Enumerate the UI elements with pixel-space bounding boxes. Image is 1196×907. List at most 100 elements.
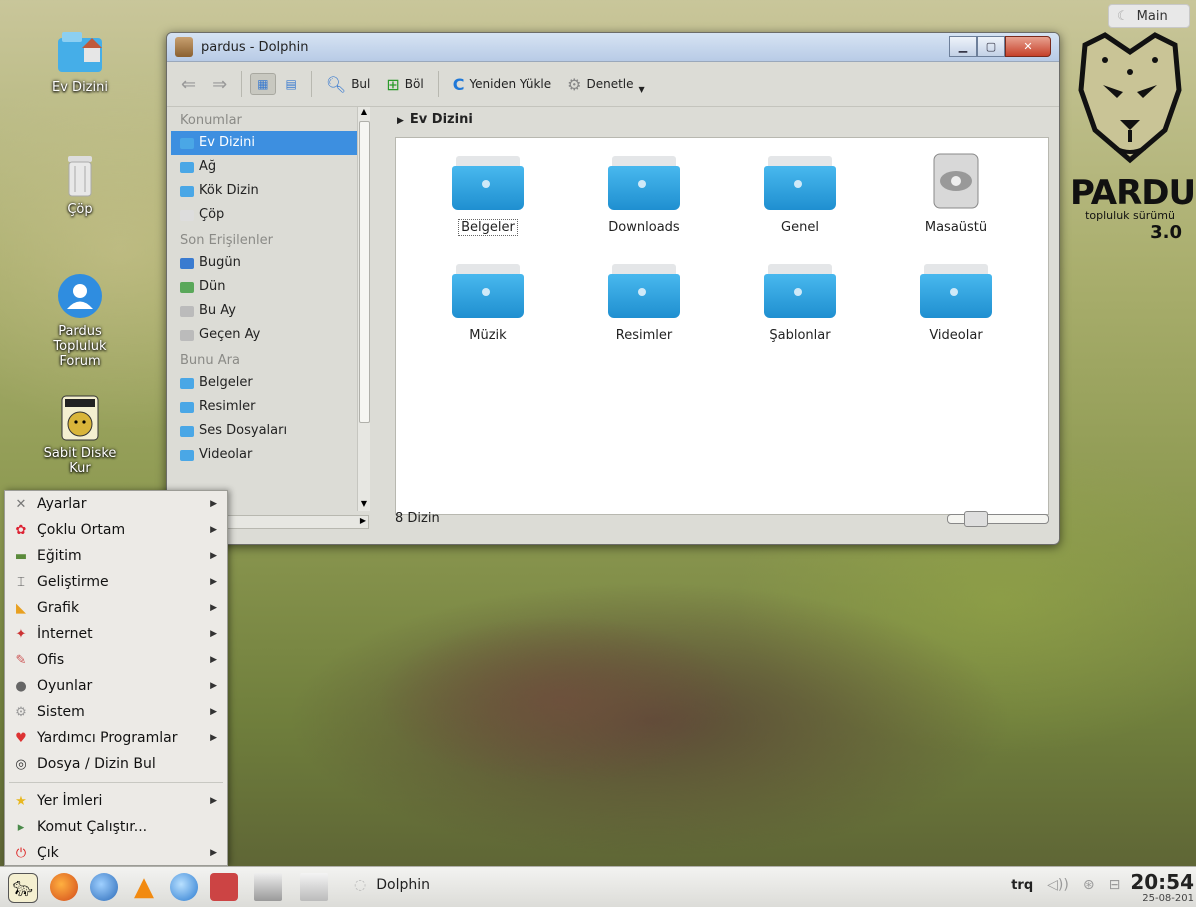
places-scrollbar[interactable]: ▲ ▼	[357, 107, 370, 511]
split-button[interactable]: ⊞ Böl	[380, 72, 429, 97]
window-titlebar[interactable]: pardus - Dolphin ▁ ▢ ✕	[167, 33, 1059, 62]
split-label: Böl	[404, 77, 424, 91]
scroll-right-icon[interactable]: ▶	[360, 516, 366, 525]
reload-label: Yeniden Yükle	[469, 77, 552, 91]
show-desktop-button[interactable]	[254, 873, 282, 901]
menu-item-utilities[interactable]: ♥ Yardımcı Programlar ▶	[5, 725, 227, 751]
vlc-launcher[interactable]: ▲	[130, 872, 158, 902]
places-item-last-month[interactable]: Geçen Ay	[171, 323, 357, 347]
scroll-thumb[interactable]	[359, 121, 370, 423]
menu-item-internet[interactable]: ✦ İnternet ▶	[5, 621, 227, 647]
main-applet[interactable]: ☾ Main	[1108, 4, 1190, 28]
desktop-icon-home[interactable]: Ev Dizini	[32, 28, 128, 95]
reload-button[interactable]: C Yeniden Yükle	[447, 72, 557, 97]
minimize-button[interactable]: ▁	[949, 36, 977, 57]
settings-tools-icon: ✕	[15, 496, 27, 512]
desktop-icon-forum[interactable]: Pardus Topluluk Forum	[32, 272, 128, 369]
file-item[interactable]: Belgeler	[418, 152, 558, 236]
split-view-icon: ⊞	[386, 74, 400, 94]
package-manager-launcher[interactable]	[210, 873, 238, 901]
menu-item-office[interactable]: ✎ Ofis ▶	[5, 647, 227, 673]
firefox-launcher[interactable]	[50, 873, 78, 901]
places-item-label: Videolar	[199, 447, 253, 462]
thunderbird-launcher[interactable]	[90, 873, 118, 901]
menu-item-run-command[interactable]: ▸ Komut Çalıştır...	[5, 814, 227, 840]
file-label: Müzik	[469, 328, 507, 343]
scroll-up-icon[interactable]: ▲	[358, 107, 370, 119]
icons-view-button[interactable]: ▦	[250, 73, 276, 95]
places-item-yesterday[interactable]: Dün	[171, 275, 357, 299]
places-item-label: Dün	[199, 279, 226, 294]
start-menu-button[interactable]: 🐆︎	[8, 873, 38, 903]
places-item-trash[interactable]: Çöp	[171, 203, 357, 227]
pardus-logo: PARDUS topluluk sürümü 3.0	[1070, 30, 1196, 285]
places-item-home[interactable]: Ev Dizini	[171, 131, 357, 155]
breadcrumb-label: Ev Dizini	[409, 112, 473, 127]
places-item-videos[interactable]: Videolar	[171, 443, 357, 467]
folder-icon	[920, 260, 992, 318]
places-section-recent: Son Erişilenler	[180, 233, 273, 248]
file-item[interactable]: Videolar	[886, 260, 1026, 343]
menu-item-quit[interactable]: ⏻ Çık ▶	[5, 840, 227, 866]
close-icon: ✕	[1023, 40, 1033, 53]
status-bar: 8 Dizin	[389, 509, 1059, 529]
folder-icon	[452, 152, 524, 210]
maximize-button[interactable]: ▢	[977, 36, 1005, 57]
menu-item-games[interactable]: ● Oyunlar ▶	[5, 673, 227, 699]
zoom-slider-handle[interactable]	[964, 511, 988, 527]
places-item-root[interactable]: Kök Dizin	[171, 179, 357, 203]
breadcrumb[interactable]: ▶ Ev Dizini	[389, 107, 1053, 133]
menu-item-find-files[interactable]: ◎ Dosya / Dizin Bul	[5, 751, 227, 777]
chevron-right-icon: ▶	[210, 629, 217, 639]
network-icon[interactable]: ⊛	[1083, 877, 1095, 893]
forward-button[interactable]: ⇒	[206, 71, 233, 98]
clock[interactable]: 20:54 25-08-201	[1130, 871, 1194, 904]
desktop-icon-label: Çöp	[67, 202, 93, 217]
maximize-icon: ▢	[985, 40, 997, 53]
close-button[interactable]: ✕	[1005, 36, 1051, 57]
menu-item-bookmarks[interactable]: ★ Yer İmleri ▶	[5, 788, 227, 814]
places-item-today[interactable]: Bugün	[171, 251, 357, 275]
menu-item-label: İnternet	[37, 626, 93, 642]
scroll-down-icon[interactable]: ▼	[358, 499, 370, 511]
menu-item-graphics[interactable]: ◣ Grafik ▶	[5, 595, 227, 621]
zoom-slider[interactable]	[947, 511, 1049, 527]
keyboard-layout[interactable]: trq	[1011, 878, 1033, 893]
file-item[interactable]: Resimler	[574, 260, 714, 343]
places-item-label: Geçen Ay	[199, 327, 261, 342]
file-label: Resimler	[615, 328, 673, 343]
back-button[interactable]: ⇐	[175, 71, 202, 98]
menu-item-system[interactable]: ⚙ Sistem ▶	[5, 699, 227, 725]
places-item-images[interactable]: Resimler	[171, 395, 357, 419]
menu-item-development[interactable]: ⌶ Geliştirme ▶	[5, 569, 227, 595]
menu-item-multimedia[interactable]: ✿ Çoklu Ortam ▶	[5, 517, 227, 543]
task-dolphin[interactable]: ◌ Dolphin	[354, 877, 430, 893]
details-view-button[interactable]: ▤	[280, 74, 303, 94]
desktop-icon-trash[interactable]: Çöp	[32, 150, 128, 217]
file-label: Şablonlar	[769, 328, 831, 343]
file-item[interactable]: Şablonlar	[730, 260, 870, 343]
control-button[interactable]: ⚙ Denetle ▼	[561, 72, 651, 97]
file-item[interactable]: Genel	[730, 152, 870, 235]
places-item-this-month[interactable]: Bu Ay	[171, 299, 357, 323]
find-button[interactable]: 🔍︎ Bul	[320, 72, 376, 97]
places-item-documents[interactable]: Belgeler	[171, 371, 357, 395]
pager-button[interactable]	[300, 873, 328, 901]
file-item[interactable]: Downloads	[574, 152, 714, 235]
chevron-right-icon: ▶	[210, 499, 217, 509]
desktop-icon-install[interactable]: Sabit Diske Kur	[32, 394, 128, 476]
display-icon[interactable]: ⊟	[1109, 877, 1121, 893]
places-item-label: Ağ	[199, 159, 217, 174]
file-item[interactable]: Müzik	[418, 260, 558, 343]
places-item-network[interactable]: Ağ	[171, 155, 357, 179]
file-item[interactable]: Masaüstü	[886, 152, 1026, 235]
dolphin-launcher[interactable]	[170, 873, 198, 901]
places-item-label: Ev Dizini	[199, 135, 255, 150]
places-item-audio[interactable]: Ses Dosyaları	[171, 419, 357, 443]
chevron-down-icon: ▼	[638, 84, 645, 94]
volume-icon[interactable]: ◁))	[1047, 877, 1069, 893]
control-gear-icon: ⚙	[567, 74, 582, 94]
desktop-icon-label: Pardus Topluluk Forum	[53, 324, 107, 369]
menu-item-settings[interactable]: ✕ Ayarlar ▶	[5, 491, 227, 517]
menu-item-education[interactable]: ▬ Eğitim ▶	[5, 543, 227, 569]
